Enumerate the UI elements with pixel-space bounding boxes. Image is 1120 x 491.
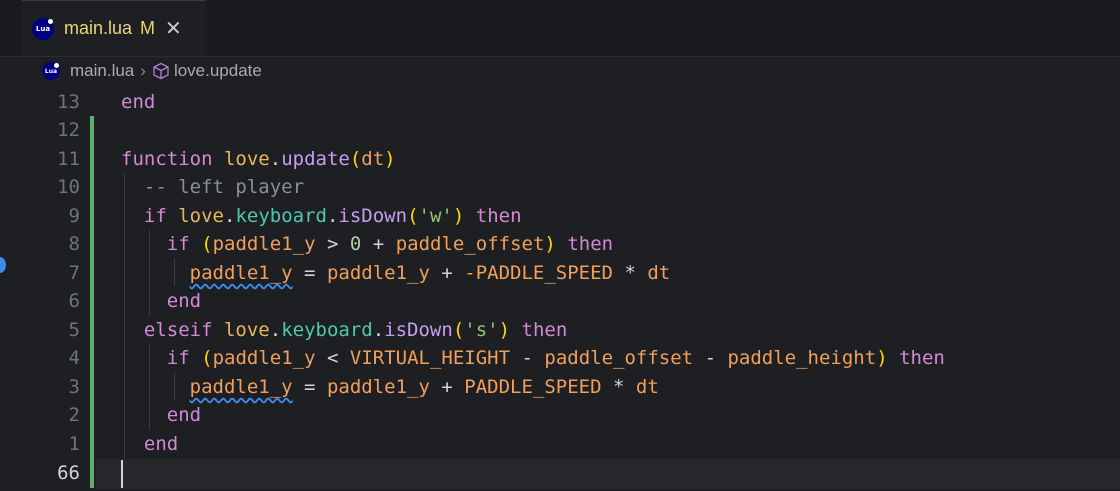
line-number: 2 [68,404,80,426]
code-text: end [166,404,202,426]
code-line: 8 if (paddle1_y > 0 + paddle_offset) the… [0,230,1120,259]
text-cursor [121,460,123,488]
code-text: end [166,290,202,312]
code-text: end [121,91,156,113]
tab-filename: main.lua [64,18,133,38]
code-line: 5 elseif love.keyboard.isDown('s') then [0,316,1120,345]
line-number: 9 [68,205,80,227]
code-text: paddle1_y = paddle1_y + -PADDLE_SPEED * … [189,262,671,284]
line-number: 66 [57,462,80,484]
code-text: if (paddle1_y < VIRTUAL_HEIGHT - paddle_… [166,347,945,369]
line-number: 6 [68,290,80,312]
code-line: 12 [0,116,1120,145]
code-text: end [143,433,179,455]
code-line: 4 if (paddle1_y < VIRTUAL_HEIGHT - paddl… [0,344,1120,373]
line-number: 3 [68,376,80,398]
code-line: 9 if love.keyboard.isDown('w') then [0,202,1120,231]
line-number: 5 [68,319,80,341]
code-line: 10 -- left player [0,173,1120,202]
lua-file-icon: Lua [32,17,54,40]
line-number: 4 [68,347,80,369]
line-number: 1 [68,433,80,455]
lua-file-icon: Lua [42,62,60,80]
code-text: function love.update(dt) [121,148,396,170]
line-number: 11 [57,148,80,170]
tab-bar: Lua main.lua M ✕ [0,0,1120,57]
code-line: 3 paddle1_y = paddle1_y + PADDLE_SPEED *… [0,373,1120,402]
code-line-current: 66 [0,459,1120,488]
modified-badge: M [140,18,156,38]
code-line: 2 end [0,401,1120,430]
method-cube-icon [153,62,169,80]
code-line: 7 paddle1_y = paddle1_y + -PADDLE_SPEED … [0,259,1120,288]
code-text: if love.keyboard.isDown('w') then [143,205,522,227]
code-text: -- left player [143,176,305,198]
breadcrumb-symbol[interactable]: love.update [174,61,262,81]
line-number: 7 [68,262,80,284]
code-line: 1 end [0,430,1120,459]
code-line: 6 end [0,287,1120,316]
close-icon[interactable]: ✕ [165,16,182,41]
line-number: 10 [57,176,80,198]
chevron-right-icon: › [140,61,146,80]
code-line: 13 end [0,88,1120,117]
breadcrumb-file[interactable]: main.lua [70,61,134,81]
line-number: 8 [68,233,80,255]
tab-main-lua[interactable]: Lua main.lua M ✕ [22,0,205,56]
code-text: if (paddle1_y > 0 + paddle_offset) then [166,233,614,255]
line-number: 12 [57,119,80,141]
line-number: 13 [57,91,80,113]
code-line: 11 function love.update(dt) [0,145,1120,174]
breadcrumb: Lua main.lua › love.update [0,57,1120,85]
code-text: paddle1_y = paddle1_y + PADDLE_SPEED * d… [189,376,659,398]
code-text: elseif love.keyboard.isDown('s') then [143,319,568,341]
